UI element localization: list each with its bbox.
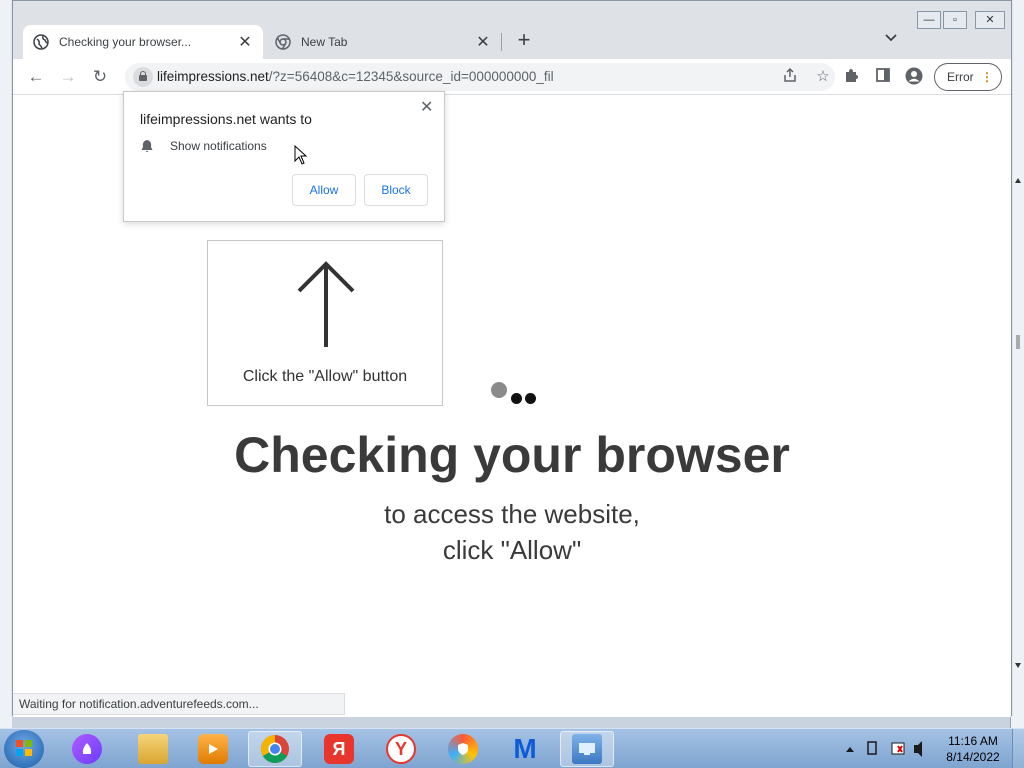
malwarebytes-icon[interactable]: M [498,731,552,767]
page-headline: Checking your browser [234,427,790,483]
secure-browser-icon[interactable] [436,731,490,767]
chrome-favicon-icon [275,34,291,50]
block-button[interactable]: Block [364,174,428,206]
close-tab-icon[interactable]: ✕ [237,32,253,52]
clock-date: 8/14/2022 [946,750,1000,764]
more-menu-icon[interactable]: ⋮ [981,64,993,90]
new-tab-button[interactable]: + [513,29,535,53]
background-scrollbar [1015,178,1021,668]
close-tab-icon[interactable]: ✕ [475,32,491,52]
tray-expand-icon [846,747,854,752]
close-popup-icon[interactable]: ✕ [420,97,433,117]
allow-button[interactable]: Allow [292,174,356,206]
subtitle-line-1: to access the website, [384,499,640,529]
tray-icons [846,741,922,757]
start-button[interactable] [4,730,44,768]
profile-error-button[interactable]: Error ⋮ [934,63,1002,91]
close-window-button[interactable]: ✕ [975,11,1005,29]
toolbar: ← → ↻ lifeimpressions.net/?z=56408&c=123… [13,59,1011,95]
taskbar: Я Y M 11:16 AM 8/14/2022 [0,728,1024,768]
yandex-icon[interactable]: Я [312,731,366,767]
side-panel-icon[interactable] [873,67,893,87]
clock-time: 11:16 AM [948,734,998,748]
profile-error-label: Error [947,70,974,84]
url-domain: lifeimpressions.net [157,69,269,84]
popup-title: lifeimpressions.net wants to [140,111,312,127]
notification-permission-popup: lifeimpressions.net wants to ✕ Show noti… [123,91,445,222]
permission-item: Show notifications [140,139,267,153]
loading-dot [491,382,507,398]
background-window-right [1010,0,1024,728]
network-icon [867,741,877,755]
url-text[interactable]: lifeimpressions.net/?z=56408&c=12345&sou… [157,69,554,84]
share-icon[interactable] [780,67,800,87]
chrome-icon[interactable] [248,731,302,767]
tab-new-tab[interactable]: New Tab ✕ [263,25,503,59]
system-tray [840,729,930,768]
lock-icon[interactable] [133,67,153,87]
file-explorer-icon[interactable] [126,731,180,767]
subtitle-line-2: click "Allow" [442,535,582,565]
extensions-icon[interactable] [841,67,861,87]
show-desktop-button[interactable] [1012,729,1024,768]
bookmark-star-icon[interactable]: ☆ [813,67,833,87]
maximize-button[interactable]: ▫ [943,11,967,29]
tab-search-chevron-icon[interactable] [885,31,897,45]
tab-checking-browser[interactable]: Checking your browser... ✕ [23,25,263,59]
alice-icon[interactable] [60,731,114,767]
volume-icon [914,741,922,757]
forward-icon[interactable]: → [57,66,79,88]
tab-title: New Tab [301,35,348,49]
reload-icon[interactable]: ↻ [89,66,111,88]
permission-label: Show notifications [170,139,267,153]
up-arrow-icon [297,261,355,347]
globe-icon [33,34,49,50]
tab-title: Checking your browser... [59,35,192,49]
page-subtitle: to access the website, click "Allow" [13,496,1011,568]
loading-dot [525,393,536,404]
windows-logo-icon [16,740,32,756]
background-window-left [0,0,12,728]
address-bar[interactable]: lifeimpressions.net/?z=56408&c=12345&sou… [125,63,835,91]
allow-instruction-box: Click the "Allow" button [207,240,443,406]
status-bar: Waiting for notification.adventurefeeds.… [13,693,345,715]
tab-strip: Checking your browser... ✕ New Tab ✕ + —… [13,1,1011,59]
action-center-icon [891,742,905,755]
back-icon[interactable]: ← [25,66,47,88]
bell-icon [141,140,153,152]
media-player-icon[interactable] [186,731,240,767]
yandex-browser-icon[interactable]: Y [374,731,428,767]
tab-separator [501,33,502,51]
clock[interactable]: 11:16 AM 8/14/2022 [940,733,1006,765]
allow-instruction-text: Click the "Allow" button [242,368,408,385]
browser-window: Checking your browser... ✕ New Tab ✕ + —… [12,0,1012,717]
loading-dot [511,393,522,404]
profile-avatar-icon[interactable] [904,67,924,87]
url-path: /?z=56408&c=12345&source_id=000000000_fi… [268,69,554,84]
loading-dots [489,381,549,411]
minimize-button[interactable]: — [917,11,941,29]
mouse-cursor-icon [294,145,308,165]
control-panel-icon[interactable] [560,731,614,767]
